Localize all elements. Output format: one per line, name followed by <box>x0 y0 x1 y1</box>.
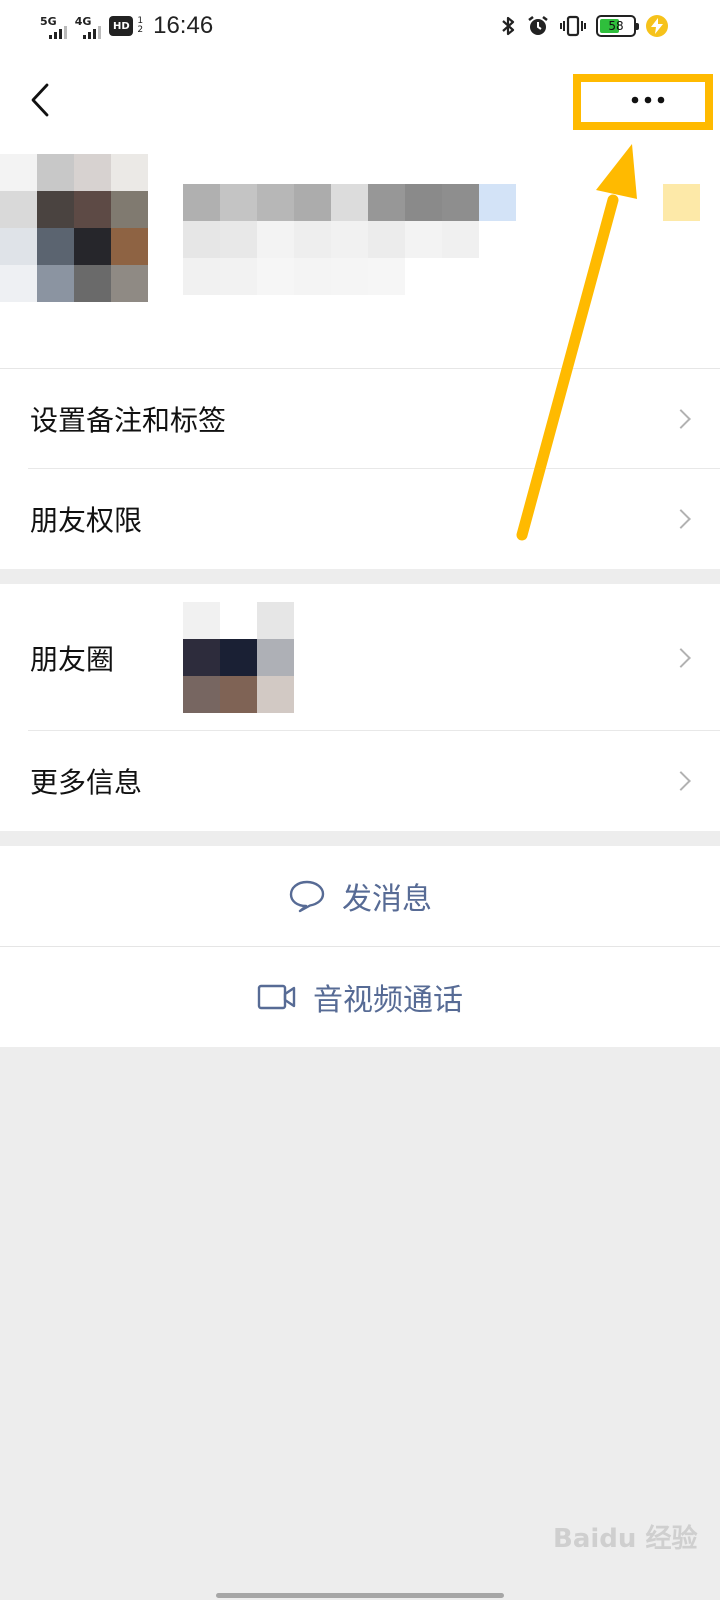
alarm-icon <box>528 16 548 35</box>
more-dots-icon <box>631 96 665 104</box>
signal-4g-icon: 4G <box>75 13 102 39</box>
contact-name <box>183 184 516 295</box>
chevron-right-icon <box>671 509 691 529</box>
hd-sim-indicator: 12 <box>137 16 144 35</box>
send-message-button[interactable]: 发消息 <box>0 846 720 946</box>
actions-group: 发消息 音视频通话 <box>0 846 720 1047</box>
clock: 16:46 <box>153 12 214 39</box>
info-group: 朋友圈 更多信息 <box>0 584 720 831</box>
chevron-right-icon <box>671 647 691 668</box>
watermark: Baidu 经验 <box>553 1524 698 1554</box>
nav-bar <box>0 56 720 146</box>
moments-row[interactable]: 朋友圈 <box>0 584 720 731</box>
friend-permissions-row[interactable]: 朋友权限 <box>0 469 720 569</box>
video-call-icon <box>257 984 296 1010</box>
voice-video-call-label: 音视频通话 <box>313 983 463 1018</box>
bluetooth-icon <box>502 16 515 36</box>
chat-bubble-icon <box>289 880 325 913</box>
chevron-left-icon <box>31 83 49 117</box>
settings-group: 设置备注和标签 朋友权限 <box>0 369 720 569</box>
charging-icon <box>646 15 668 37</box>
more-info-row[interactable]: 更多信息 <box>0 731 720 831</box>
set-remark-tags-row[interactable]: 设置备注和标签 <box>0 369 720 469</box>
more-button[interactable] <box>608 86 688 114</box>
profile-header <box>0 146 720 369</box>
contact-badge <box>663 184 700 221</box>
home-indicator[interactable] <box>216 1593 504 1598</box>
vibrate-icon <box>560 15 586 37</box>
back-button[interactable] <box>20 76 60 124</box>
signal-5g-icon: 5G <box>40 13 67 39</box>
chevron-right-icon <box>671 409 691 429</box>
hd-voice-icon: HD <box>109 16 134 36</box>
send-message-label: 发消息 <box>342 882 432 917</box>
avatar[interactable] <box>0 154 148 302</box>
moments-thumbnail <box>183 602 294 713</box>
chevron-right-icon <box>671 771 691 791</box>
voice-video-call-button[interactable]: 音视频通话 <box>0 947 720 1047</box>
status-bar: 5G 4G HD 12 16:46 58 <box>0 0 720 56</box>
battery-icon: 58 <box>596 15 639 37</box>
